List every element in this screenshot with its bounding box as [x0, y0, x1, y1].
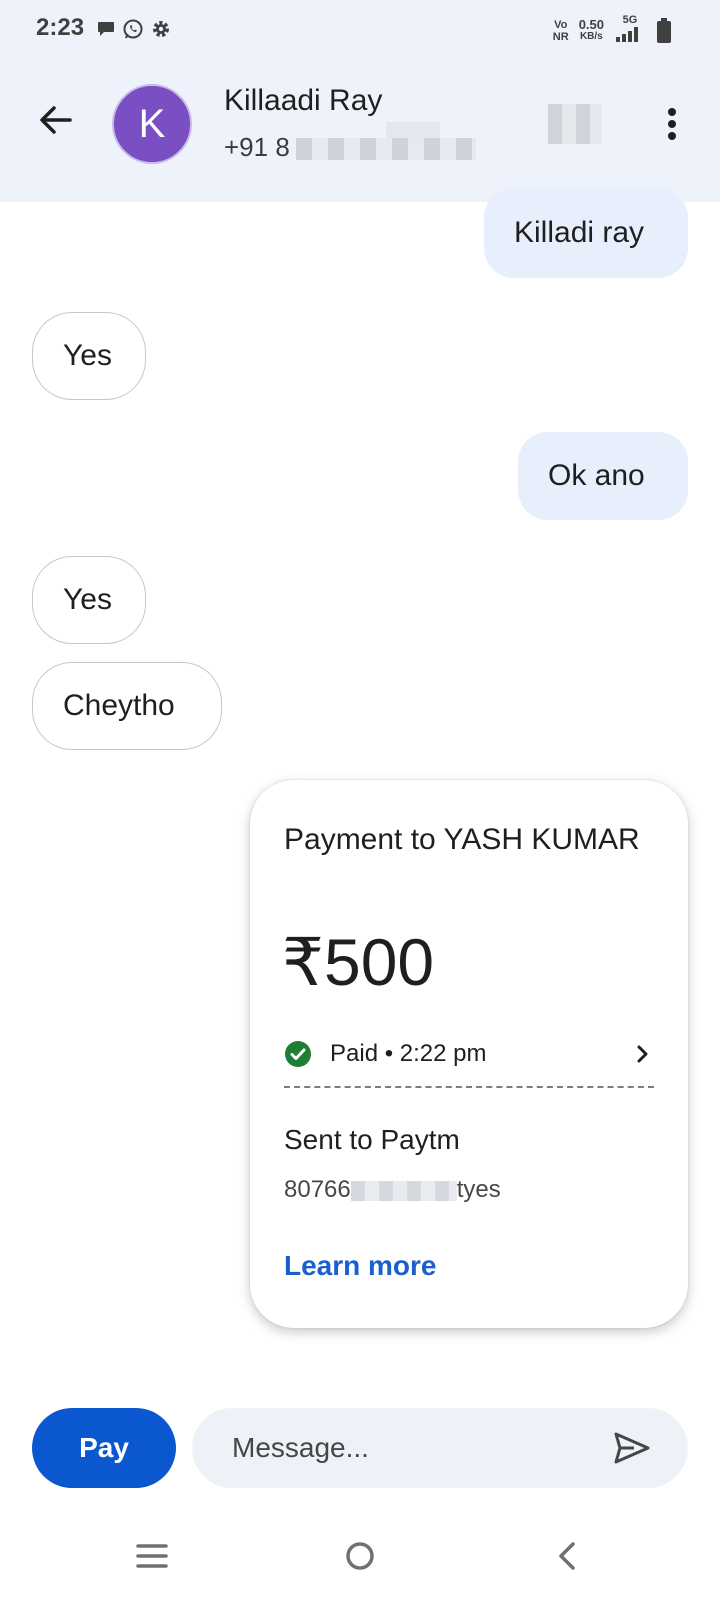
conversation-header: K Killaadi Ray +91 8 — [0, 60, 720, 202]
signal-icon — [616, 27, 638, 42]
payment-status: Paid • 2:22 pm — [330, 1040, 487, 1067]
nav-back-button[interactable] — [546, 1534, 590, 1578]
system-nav-bar — [0, 1520, 720, 1600]
whatsapp-icon — [123, 19, 143, 39]
message-bubble-outgoing[interactable]: Killadi ray — [484, 188, 688, 278]
payment-title: Payment to YASH KUMAR — [284, 823, 640, 856]
payment-destination: Sent to Paytm — [284, 1124, 460, 1155]
payment-amount: ₹500 — [282, 925, 435, 999]
account-prefix: 80766 — [284, 1176, 351, 1203]
payment-card[interactable]: Payment to YASH KUMAR ₹500 Paid • 2:22 p… — [250, 780, 688, 1328]
message-bubble-incoming[interactable]: Yes — [32, 556, 146, 644]
message-icon — [98, 22, 114, 36]
message-text: Cheytho — [63, 689, 175, 722]
pay-button[interactable]: Pay — [32, 1408, 176, 1488]
contact-phone[interactable]: +91 8 — [224, 132, 476, 163]
back-button[interactable] — [34, 98, 78, 142]
contact-avatar[interactable]: K — [112, 84, 192, 164]
account-redaction — [350, 1180, 457, 1201]
message-bubble-incoming[interactable]: Cheytho — [32, 662, 222, 750]
contact-name[interactable]: Killaadi Ray — [224, 84, 382, 118]
menu-icon — [136, 1544, 168, 1568]
more-vertical-icon — [668, 108, 676, 140]
network-speed: 0.50 KB/s — [578, 16, 604, 42]
network-type: 5G — [614, 14, 646, 47]
account-suffix: tyes — [456, 1176, 501, 1203]
status-bar: 2:23 Vo NR 0.50 KB/s 5G — [0, 0, 720, 60]
system-indicators: Vo NR 0.50 KB/s 5G — [553, 14, 672, 47]
message-input[interactable] — [232, 1408, 592, 1488]
message-bubble-outgoing[interactable]: Ok ano — [518, 432, 688, 520]
network-mode: Vo NR — [552, 18, 569, 43]
send-button[interactable] — [610, 1426, 654, 1470]
nav-home-button[interactable] — [338, 1534, 382, 1578]
dashed-divider — [284, 1086, 654, 1088]
notification-icons — [96, 18, 172, 40]
contact-phone-text: +91 8 — [224, 132, 290, 162]
phone-redaction — [295, 138, 476, 161]
chevron-right-icon — [637, 1045, 648, 1063]
more-options-button[interactable] — [650, 102, 694, 146]
message-bubble-incoming[interactable]: Yes — [32, 312, 146, 400]
call-button[interactable] — [548, 104, 602, 144]
battery-icon — [657, 17, 671, 43]
gear-icon — [153, 21, 169, 37]
nav-menu-button[interactable] — [130, 1534, 174, 1578]
back-arrow-icon — [40, 106, 72, 134]
back-icon — [559, 1542, 575, 1570]
status-time: 2:23 — [36, 14, 85, 41]
check-circle-icon — [285, 1041, 311, 1067]
call-icon — [548, 104, 602, 144]
payment-status-row[interactable]: Paid • 2:22 pm — [284, 1034, 654, 1074]
learn-more-link[interactable]: Learn more — [284, 1250, 437, 1282]
payment-account: 80766 tyes — [284, 1176, 501, 1204]
home-icon — [346, 1542, 374, 1570]
send-icon — [614, 1432, 650, 1464]
message-text: Killadi ray — [514, 216, 645, 249]
message-text: Ok ano — [548, 459, 645, 492]
message-text: Yes — [63, 339, 112, 372]
message-text: Yes — [63, 583, 112, 616]
message-compose-box[interactable] — [192, 1408, 688, 1488]
